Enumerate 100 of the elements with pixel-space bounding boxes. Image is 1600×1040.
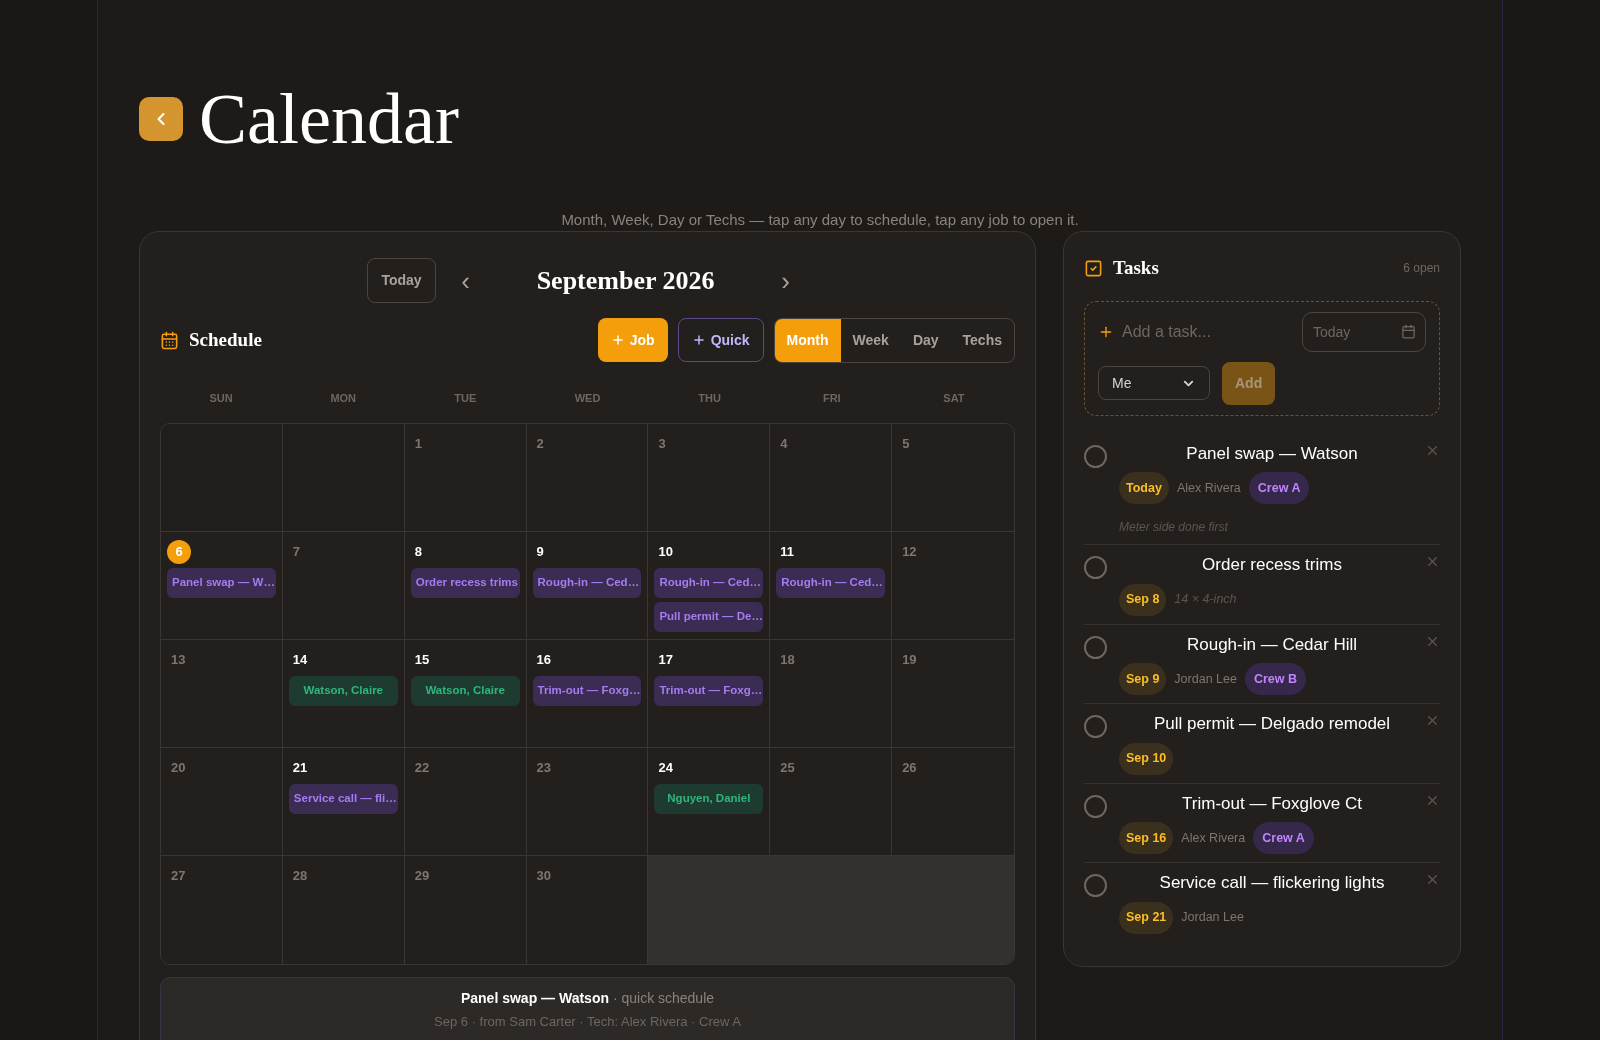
day-number[interactable]: 6 [167,539,191,564]
today-button[interactable]: Today [367,258,436,303]
day-number[interactable]: 26 [898,757,921,778]
crew-badge: Crew A [1248,472,1310,504]
day-number[interactable]: 15 [410,649,434,670]
quick-schedule-button[interactable]: Quick [677,318,764,362]
assignee-label: Alex Rivera [1181,829,1246,847]
event-chip[interactable]: Service call — fli… [288,783,398,814]
task-title: Order recess trims [1202,554,1342,576]
task-checkbox[interactable] [1084,794,1107,818]
day-number[interactable]: 30 [532,865,556,886]
page-title: Calendar [199,83,459,155]
calendar-icon [160,331,179,350]
delete-button[interactable] [1425,554,1440,569]
day-number[interactable]: 11 [776,541,799,562]
due-badge: Sep 21 [1119,901,1174,934]
day-number[interactable]: 10 [654,541,677,562]
back-button[interactable] [139,97,183,141]
day-number[interactable]: 13 [167,649,190,670]
date-field[interactable]: Today [1302,311,1426,352]
event-chip[interactable]: Trim-out — Foxg… [654,675,764,706]
day-number[interactable]: 18 [776,649,799,670]
weekday-label: SAT [942,391,966,406]
weekday-label: THU [697,391,722,406]
day-number[interactable]: 1 [410,433,426,454]
view-tab[interactable]: Month [774,319,841,362]
day-number[interactable]: 9 [532,541,548,562]
task-checkbox[interactable] [1084,715,1107,738]
day-number[interactable]: 25 [776,757,799,778]
day-number[interactable]: 3 [654,433,670,454]
assignee-label: Alex Rivera [1176,479,1241,497]
task-checkbox[interactable] [1084,444,1107,468]
event-chip[interactable]: Pull permit — De… [654,601,764,632]
day-number[interactable]: 23 [532,757,556,778]
task-checkbox[interactable] [1084,874,1107,897]
task-input[interactable]: Add a task... [1122,319,1294,344]
due-badge: Today [1119,472,1169,504]
calendar-icon [1401,323,1416,339]
event-chip[interactable]: Panel swap — W… [167,567,276,598]
weekday-label: WED [573,391,602,406]
page-subtitle: Month, Week, Day or Techs — tap any day to schedule, tap any job to open it. [561,212,1079,227]
previous-month-button[interactable]: ‹ [451,267,480,294]
event-chip[interactable]: Rough-in — Ced… [654,567,764,598]
day-number[interactable]: 4 [776,433,792,454]
task-note: 14 × 4-inch [1174,591,1237,609]
due-badge: Sep 8 [1119,583,1167,616]
close-icon [1425,872,1440,887]
view-tab[interactable]: Day [900,319,951,362]
due-badge: Sep 10 [1119,742,1174,775]
close-icon [1425,554,1440,569]
event-chip[interactable]: Trim-out — Foxg… [532,675,642,706]
next-month-button[interactable]: › [771,267,800,294]
delete-button[interactable] [1425,872,1440,887]
view-tab[interactable]: Week [840,319,901,362]
day-number[interactable]: 17 [654,649,677,670]
task-note: Meter side done first [1119,519,1229,536]
day-number[interactable]: 5 [898,433,914,454]
task-title: Service call — flickering lights [1159,872,1385,894]
pending-detail: Sep 6 · from Sam Carter · Tech: Alex Rivera · Crew A [434,1012,741,1031]
day-number[interactable]: 14 [288,649,312,670]
event-chip[interactable]: Watson, Claire [410,675,520,706]
assignee-label: Jordan Lee [1174,670,1237,688]
day-number[interactable]: 12 [898,541,921,562]
add-task-button[interactable]: Add [1222,361,1276,405]
section-title: Schedule [189,328,262,353]
weekday-label: FRI [821,391,842,406]
event-chip[interactable]: Nguyen, Daniel [654,783,764,814]
event-chip[interactable]: Watson, Claire [288,675,398,706]
plus-icon [610,333,625,347]
task-checkbox[interactable] [1084,635,1107,659]
event-chip[interactable]: Rough-in — Ced… [532,567,642,598]
day-number[interactable]: 2 [532,433,548,454]
close-icon [1425,713,1440,728]
day-number[interactable]: 19 [898,649,921,670]
assignee-select[interactable]: Me [1098,366,1210,400]
event-chip[interactable]: Order recess trims [410,567,520,598]
delete-button[interactable] [1425,713,1440,728]
new-job-button[interactable]: Job [597,318,668,362]
day-number[interactable]: 28 [288,865,312,886]
view-tab[interactable]: Techs [950,319,1014,362]
day-number[interactable]: 7 [288,541,305,562]
task-title: Pull permit — Delgado remodel [1153,713,1391,735]
day-number[interactable]: 20 [167,757,190,778]
checklist-icon [1084,258,1103,278]
day-number[interactable]: 16 [532,649,556,670]
task-checkbox[interactable] [1084,556,1107,579]
due-badge: Sep 16 [1119,822,1174,854]
task-title: Rough-in — Cedar Hill [1186,633,1358,656]
day-number[interactable]: 8 [410,541,426,562]
day-number[interactable]: 22 [410,757,434,778]
day-number[interactable]: 29 [410,865,434,886]
day-number[interactable]: 24 [654,757,677,778]
weekday-label: TUE [453,391,478,406]
event-chip[interactable]: Rough-in — Ced… [776,567,886,598]
weekday-label: SUN [208,391,234,406]
plus-icon [691,333,706,347]
day-number[interactable]: 21 [288,757,312,778]
month-title: September 2026 [535,265,716,297]
day-number[interactable]: 27 [167,865,190,886]
task-title: Panel swap — Watson [1186,442,1358,465]
